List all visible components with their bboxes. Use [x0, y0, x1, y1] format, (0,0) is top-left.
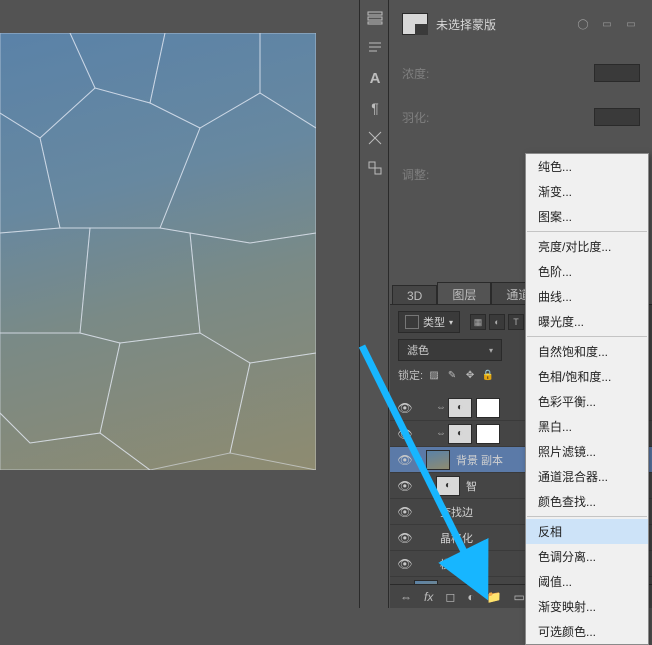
filter-adjust-icon[interactable]: ◐: [489, 314, 505, 330]
mask-thumbnail[interactable]: [402, 13, 428, 35]
add-mask-icon[interactable]: ▭: [622, 15, 640, 33]
filter-pixel-icon[interactable]: ▦: [470, 314, 486, 330]
density-label: 浓度:: [402, 65, 446, 82]
menu-separator: [527, 516, 647, 517]
menu-invert[interactable]: 反相: [526, 519, 648, 544]
panel-dock-strip: A ¶: [359, 0, 389, 608]
visibility-icon[interactable]: 👁: [396, 453, 414, 467]
history-panel-icon[interactable]: [360, 6, 390, 30]
menu-threshold[interactable]: 阈值...: [526, 569, 648, 594]
menu-color-balance[interactable]: 色彩平衡...: [526, 389, 648, 414]
menu-color-lookup[interactable]: 颜色查找...: [526, 489, 648, 514]
feather-label: 羽化:: [402, 109, 446, 126]
group-toggle-icon[interactable]: ▾: [424, 481, 436, 490]
tools-panel-icon[interactable]: [360, 126, 390, 150]
layer-thumb[interactable]: ◐: [436, 476, 460, 496]
paragraph-panel-icon[interactable]: [360, 36, 390, 60]
feather-value[interactable]: [594, 108, 640, 126]
document-canvas[interactable]: [0, 33, 316, 470]
visibility-icon[interactable]: 👁: [396, 531, 414, 545]
visibility-icon[interactable]: 👁: [396, 427, 414, 441]
new-group-icon[interactable]: 📁: [487, 590, 502, 604]
menu-gradient-map[interactable]: 渐变映射...: [526, 594, 648, 619]
lock-label: 锁定:: [398, 367, 423, 383]
menu-exposure[interactable]: 曝光度...: [526, 309, 648, 334]
tab-layers[interactable]: 图层: [437, 282, 491, 306]
menu-channel-mixer[interactable]: 通道混合器...: [526, 464, 648, 489]
filter-type-icon[interactable]: T: [508, 314, 524, 330]
menu-levels[interactable]: 色阶...: [526, 259, 648, 284]
visibility-icon[interactable]: 👁: [396, 401, 414, 415]
layer-thumb[interactable]: [426, 450, 450, 470]
menu-posterize[interactable]: 色调分离...: [526, 544, 648, 569]
menu-hue-saturation[interactable]: 色相/饱和度...: [526, 364, 648, 389]
new-layer-icon[interactable]: ▭: [514, 590, 525, 604]
menu-photo-filter[interactable]: 照片滤镜...: [526, 439, 648, 464]
tab-3d[interactable]: 3D: [392, 285, 437, 306]
link-layers-icon[interactable]: ⇔: [400, 590, 412, 604]
layer-mask-thumb[interactable]: [476, 424, 500, 444]
menu-selective-color[interactable]: 可选颜色...: [526, 619, 648, 644]
character-panel-icon[interactable]: A: [360, 66, 390, 90]
menu-separator: [527, 336, 647, 337]
lock-position-icon[interactable]: ✥: [463, 368, 477, 382]
density-value[interactable]: [594, 64, 640, 82]
menu-vibrance[interactable]: 自然饱和度...: [526, 339, 648, 364]
visibility-icon[interactable]: 👁: [396, 479, 414, 493]
menu-curves[interactable]: 曲线...: [526, 284, 648, 309]
menu-gradient[interactable]: 渐变...: [526, 179, 648, 204]
layer-filter-kind[interactable]: 类型 ▾: [398, 311, 460, 333]
visibility-icon[interactable]: 👁: [396, 505, 414, 519]
adjust-label: 调整:: [402, 166, 446, 183]
menu-pattern[interactable]: 图案...: [526, 204, 648, 229]
panel-tabs: 3D 图层 通道: [392, 282, 545, 306]
layer-mask-thumb[interactable]: [476, 398, 500, 418]
menu-solid-color[interactable]: 纯色...: [526, 154, 648, 179]
pixel-mask-icon[interactable]: ◯: [574, 15, 592, 33]
menu-separator: [527, 231, 647, 232]
layer-thumb[interactable]: ◐: [448, 398, 472, 418]
group-toggle-icon[interactable]: ▾: [414, 455, 426, 464]
feather-slider[interactable]: [454, 116, 586, 118]
mask-title: 未选择蒙版: [436, 16, 496, 33]
swatches-panel-icon[interactable]: [360, 156, 390, 180]
lock-all-icon[interactable]: 🔒: [481, 368, 495, 382]
paragraph2-panel-icon[interactable]: ¶: [360, 96, 390, 120]
density-slider[interactable]: [454, 72, 586, 74]
layer-thumb[interactable]: ◐: [448, 424, 472, 444]
visibility-icon[interactable]: 👁: [396, 557, 414, 571]
add-mask-icon[interactable]: ◻: [445, 590, 455, 604]
adjustment-context-menu: 纯色... 渐变... 图案... 亮度/对比度... 色阶... 曲线... …: [525, 153, 649, 645]
adjustment-layer-icon[interactable]: ◐: [467, 590, 474, 604]
menu-black-white[interactable]: 黑白...: [526, 414, 648, 439]
blend-mode-select[interactable]: 滤色 ▾: [398, 339, 502, 361]
lock-image-icon[interactable]: ✎: [445, 368, 459, 382]
vector-mask-icon[interactable]: ▭: [598, 15, 616, 33]
fx-icon[interactable]: fx: [424, 590, 433, 604]
menu-brightness-contrast[interactable]: 亮度/对比度...: [526, 234, 648, 259]
lock-transparency-icon[interactable]: ▨: [427, 368, 441, 382]
